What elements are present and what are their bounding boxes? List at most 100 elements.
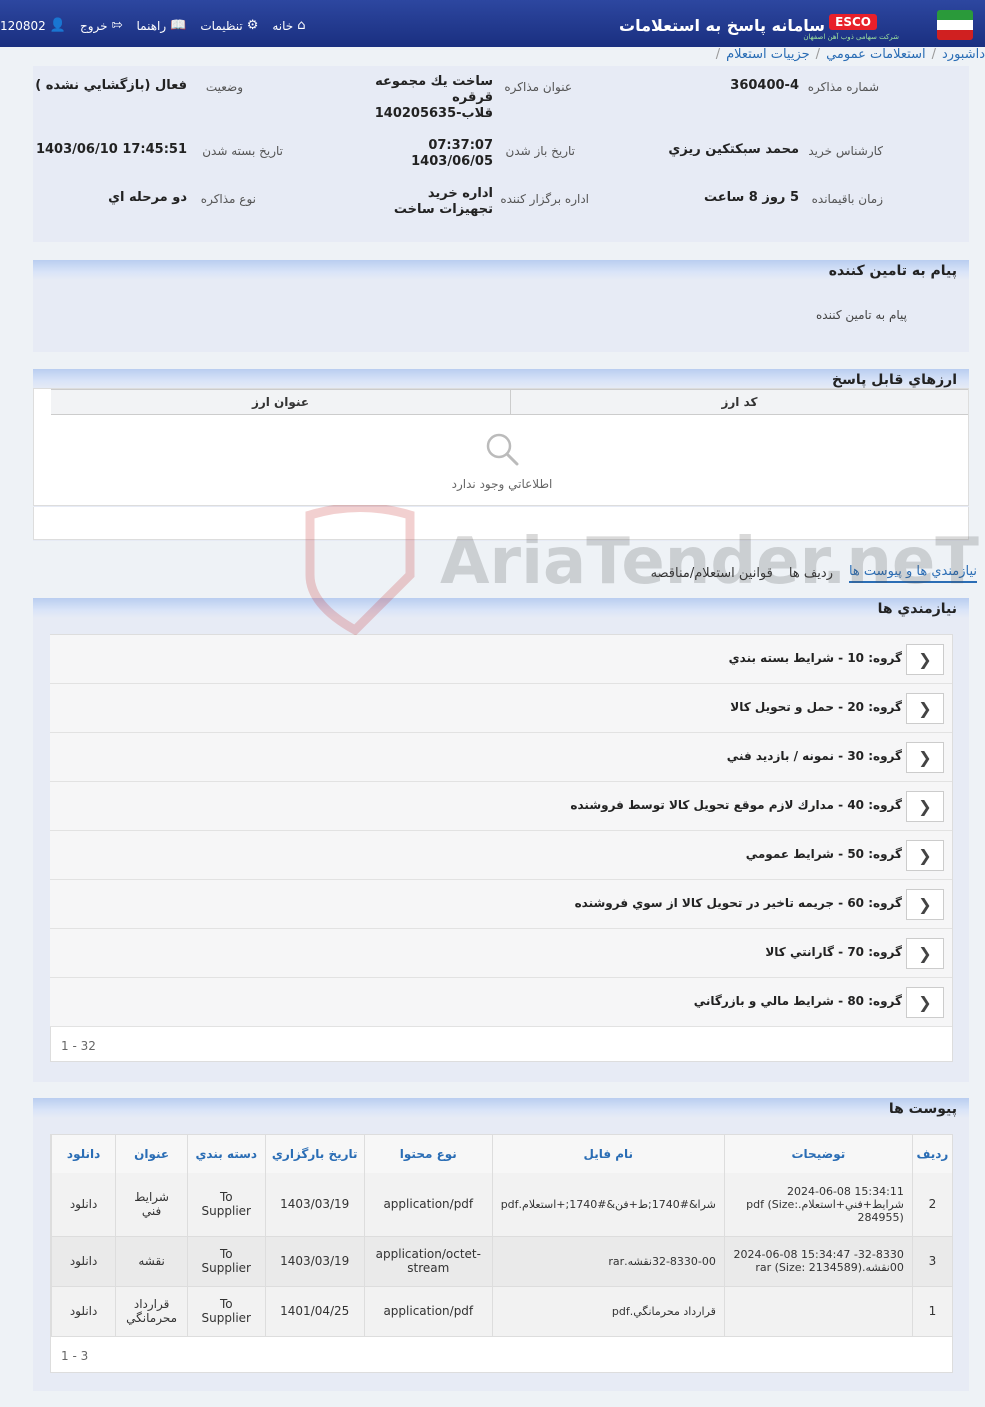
cell-description <box>723 1286 913 1337</box>
organizer-value: اداره خريد تجهيزات ساخت <box>393 186 493 217</box>
cell-content-type: application/pdf <box>363 1173 493 1237</box>
col-download[interactable]: دانلود <box>51 1135 116 1173</box>
cell-category: To Supplier <box>187 1286 266 1337</box>
tender-info-panel: شماره مذاكره 360400-4 عنوان مذاكره ساخت … <box>33 66 969 242</box>
book-icon: 📖 <box>170 18 187 33</box>
currencies-footer <box>33 507 969 540</box>
breadcrumb-dashboard[interactable]: داشبورد <box>942 47 985 67</box>
col-upload-date[interactable]: تاريخ بارگزاري <box>264 1135 365 1173</box>
cell-filename: 32-8330-00نقشه.rar <box>491 1236 725 1287</box>
cell-title: شرايط فني <box>115 1173 188 1237</box>
app-title: سامانه پاسخ به استعلامات <box>619 16 825 35</box>
breadcrumb-separator: / <box>715 47 721 62</box>
type-label: نوع مذاكره <box>200 192 256 206</box>
remaining-label: زمان باقيمانده <box>811 192 883 206</box>
col-filename[interactable]: نام فايل <box>491 1135 725 1173</box>
user-icon: 👤 <box>49 18 66 33</box>
cell-title: قرارداد محرمانگي <box>115 1286 188 1337</box>
chevron-left-icon[interactable]: ❮ <box>906 938 944 969</box>
group-row[interactable]: ❮ گروه: 50 - شرايط عمومي <box>50 831 952 880</box>
col-currency-name[interactable]: عنوان ارز <box>51 390 510 414</box>
header-bar: ESCO شرکت سهامی ذوب آهن اصفهان سامانه پا… <box>0 0 985 47</box>
guide-button[interactable]: راهنما 📖 <box>137 18 187 33</box>
section-header: نيازمندي ها <box>33 598 969 618</box>
logout-button[interactable]: خروج ⇰ <box>80 18 123 33</box>
currencies-title: ارزهاي قابل پاسخ <box>831 372 957 388</box>
cell-filename: شرا&#1740;ط+فن&#1740;+استعلام.pdf <box>491 1173 725 1237</box>
group-row[interactable]: ❮ گروه: 40 - مدارك لازم موقع تحويل كالا ت… <box>50 782 952 831</box>
group-row[interactable]: ❮ گروه: 20 - حمل و تحويل كالا <box>50 684 952 733</box>
breadcrumb-inquiry-details[interactable]: جزييات استعلام <box>726 47 810 67</box>
cell-category: To Supplier <box>187 1173 266 1237</box>
chevron-left-icon[interactable]: ❮ <box>906 840 944 871</box>
attachments-header-row: رديف توضيحات نام فايل نوع محتوا تاريخ با… <box>51 1135 952 1173</box>
group-title: گروه: 50 - شرايط عمومي <box>745 847 902 861</box>
col-description[interactable]: توضيحات <box>723 1135 913 1173</box>
requirements-section: نيازمندي ها ❮ گروه: 10 - شرايط بسته بندي … <box>33 598 969 1082</box>
col-title[interactable]: عنوان <box>115 1135 188 1173</box>
group-row[interactable]: ❮ گروه: 80 - شرايط مالي و بازرگاني <box>50 978 952 1027</box>
home-button[interactable]: خانه ⌂ <box>272 18 305 33</box>
home-label: خانه <box>272 18 294 33</box>
table-row: 1 قرارداد محرمانگي.pdf application/pdf 1… <box>51 1286 952 1337</box>
cell-row: 1 <box>911 1286 952 1337</box>
chevron-left-icon[interactable]: ❮ <box>906 693 944 724</box>
download-link[interactable]: دانلود <box>51 1286 116 1337</box>
type-value: دو مرحله اي <box>108 190 187 205</box>
settings-label: تنظيمات <box>200 18 243 33</box>
requirements-title: نيازمندي ها <box>877 601 957 617</box>
supplier-message-section: پيام به تامين كننده پيام به تامين كننده <box>33 260 969 352</box>
supplier-message-text: پيام به تامين كننده <box>816 308 907 322</box>
logout-label: خروج <box>80 18 108 33</box>
logout-icon: ⇰ <box>111 18 123 33</box>
chevron-left-icon[interactable]: ❮ <box>906 987 944 1018</box>
close-date-value: 1403/06/10 17:45:51 <box>35 142 187 157</box>
col-currency-code[interactable]: كد ارز <box>510 390 968 414</box>
cell-description: 32-8330- 15:34:47 2024-06-08 00نقشه.rar … <box>723 1236 913 1287</box>
group-title: گروه: 20 - حمل و تحويل كالا <box>730 700 902 714</box>
chevron-left-icon[interactable]: ❮ <box>906 742 944 773</box>
group-title: گروه: 30 - نمونه / بازديد فني <box>726 749 902 763</box>
col-row[interactable]: رديف <box>911 1135 952 1173</box>
settings-button[interactable]: تنظيمات ⚙ <box>200 18 258 33</box>
chevron-left-icon[interactable]: ❮ <box>906 644 944 675</box>
section-header: پيوست ها <box>33 1098 969 1118</box>
download-link[interactable]: دانلود <box>51 1173 116 1237</box>
chevron-left-icon[interactable]: ❮ <box>906 889 944 920</box>
remaining-value: 5 روز 8 ساعت <box>703 190 799 205</box>
col-content-type[interactable]: نوع محتوا <box>363 1135 493 1173</box>
tab-rules[interactable]: قوانين استعلام/مناقصه <box>651 566 773 581</box>
group-row[interactable]: ❮ گروه: 30 - نمونه / بازديد فني <box>50 733 952 782</box>
cell-upload-date: 1401/04/25 <box>264 1286 365 1337</box>
status-value: فعال (بازگشايي نشده ) <box>35 78 187 93</box>
open-date-value: 1403/06/05 <box>411 154 493 169</box>
user-id: 120802 <box>0 18 46 33</box>
chevron-left-icon[interactable]: ❮ <box>906 791 944 822</box>
iran-flag-logo <box>937 10 973 40</box>
tab-requirements-attachments[interactable]: نيازمندي ها و پيوست ها <box>848 564 977 583</box>
requirements-pager: 1 - 32 <box>61 1039 96 1053</box>
table-row: 3 32-8330- 15:34:47 2024-06-08 00نقشه.ra… <box>51 1236 952 1287</box>
brand-logo: ESCO <box>829 14 877 30</box>
col-category[interactable]: دسته بندي <box>187 1135 266 1173</box>
group-title: گروه: 10 - شرايط بسته بندي <box>728 651 902 665</box>
supplier-message-title: پيام به تامين كننده <box>828 263 957 279</box>
buyer-label: كارشناس خريد <box>808 144 883 158</box>
breadcrumb-separator: / <box>931 47 936 62</box>
tab-rows[interactable]: رديف ها <box>789 566 833 581</box>
user-menu[interactable]: 120802 👤 <box>0 18 66 33</box>
group-row[interactable]: ❮ گروه: 10 - شرايط بسته بندي <box>50 635 952 684</box>
cell-filename: قرارداد محرمانگي.pdf <box>491 1286 725 1337</box>
tender-no-value: 360400-4 <box>730 78 799 93</box>
group-row[interactable]: ❮ گروه: 70 - گارانتي كالا <box>50 929 952 978</box>
buyer-value: محمد سبكتكين ريزي <box>668 142 799 157</box>
attachments-table: رديف توضيحات نام فايل نوع محتوا تاريخ با… <box>51 1135 952 1337</box>
search-icon <box>484 431 520 467</box>
group-row[interactable]: ❮ گروه: 60 - جريمه تاخير در تحويل كالا از… <box>50 880 952 929</box>
top-nav: 120802 👤 خروج ⇰ راهنما 📖 تنظيمات ⚙ خانه … <box>0 18 305 33</box>
cell-upload-date: 1403/03/19 <box>264 1173 365 1237</box>
currencies-section: ارزهاي قابل پاسخ كد ارز عنوان ارز اطلاعا… <box>33 369 969 541</box>
download-link[interactable]: دانلود <box>51 1236 116 1287</box>
breadcrumb-public-inquiries[interactable]: استعلامات عمومي <box>826 47 926 67</box>
cell-description: 15:34:11 2024-06-08 شرايط+فني+استعلام.pd… <box>723 1173 913 1237</box>
